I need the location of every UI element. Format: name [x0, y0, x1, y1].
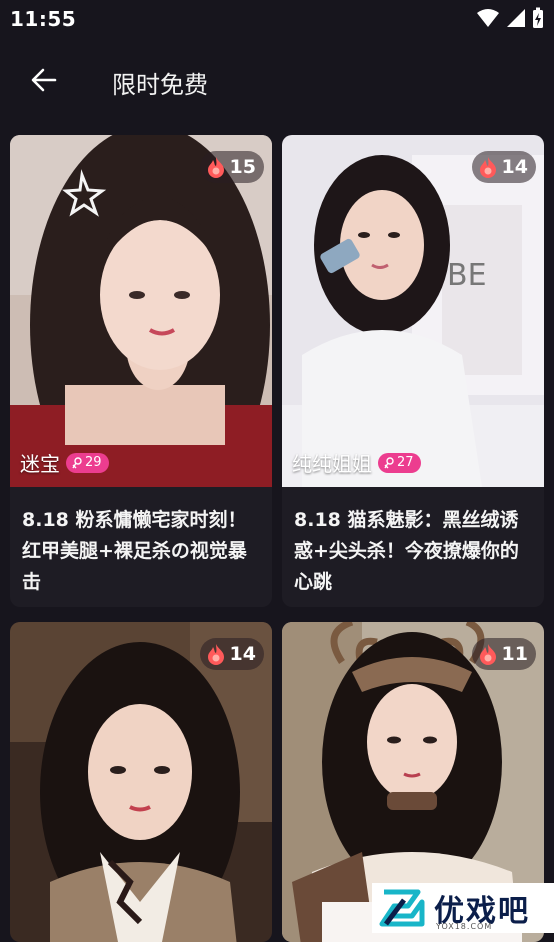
flame-icon: [479, 157, 496, 178]
flame-icon: [479, 644, 496, 665]
card-meta: 纯纯姐姐 27: [292, 448, 421, 477]
card-thumbnail: BE 14 纯纯姐姐 27: [282, 135, 544, 487]
fans-count: 27: [397, 455, 414, 470]
page-title: 限时免费: [112, 71, 208, 99]
content-card[interactable]: 15 迷宝 29 8.18 粉系慵懒宅家时刻！红甲美腿+裸足杀の视觉暴击: [10, 135, 272, 607]
card-photo: BE: [282, 135, 544, 487]
status-bar: 11:55: [0, 0, 554, 36]
card-caption: 8.18 猫系魅影：黑丝绒诱惑+尖头杀！今夜撩爆你的心跳: [294, 509, 519, 593]
watermark-logo-icon: [379, 889, 425, 927]
heat-count: 14: [229, 643, 256, 665]
card-photo: [10, 135, 272, 487]
flame-icon: [207, 644, 224, 665]
site-watermark: 优戏吧 YOX18.COM: [372, 883, 554, 933]
fans-count: 29: [85, 455, 102, 470]
card-meta: 迷宝 29: [20, 448, 109, 477]
card-photo: [10, 622, 272, 942]
battery-icon: [533, 7, 543, 28]
status-time: 11:55: [10, 7, 77, 31]
card-thumbnail: 15 迷宝 29: [10, 135, 272, 487]
content-card[interactable]: BE 14 纯纯姐姐 27 8.18 猫系魅影：黑丝绒诱惑+尖头杀！今夜撩爆你的…: [282, 135, 544, 607]
heat-count: 11: [501, 643, 528, 665]
fans-badge: 27: [378, 452, 421, 473]
heat-badge: 11: [471, 638, 536, 670]
wifi-icon: [477, 9, 499, 27]
app-bar: 限时免费: [0, 50, 554, 110]
watermark-domain: YOX18.COM: [436, 922, 493, 931]
female-icon: [72, 456, 82, 468]
author-name: 纯纯姐姐: [292, 452, 372, 476]
heat-count: 15: [229, 156, 256, 178]
card-thumbnail: 14: [10, 622, 272, 942]
heat-badge: 14: [471, 151, 536, 183]
svg-text:BE: BE: [447, 258, 487, 293]
content-card[interactable]: 14: [10, 622, 272, 942]
fans-badge: 29: [66, 452, 109, 473]
arrow-left-icon: [31, 68, 57, 92]
card-caption: 8.18 粉系慵懒宅家时刻！红甲美腿+裸足杀の视觉暴击: [22, 509, 247, 593]
heat-count: 14: [501, 156, 528, 178]
flame-icon: [207, 157, 224, 178]
heat-badge: 14: [199, 638, 264, 670]
female-icon: [384, 456, 394, 468]
back-button[interactable]: [26, 62, 62, 98]
system-icons: [476, 7, 544, 29]
signal-icon: [507, 9, 525, 27]
heat-badge: 15: [199, 151, 264, 183]
author-name: 迷宝: [20, 452, 60, 476]
